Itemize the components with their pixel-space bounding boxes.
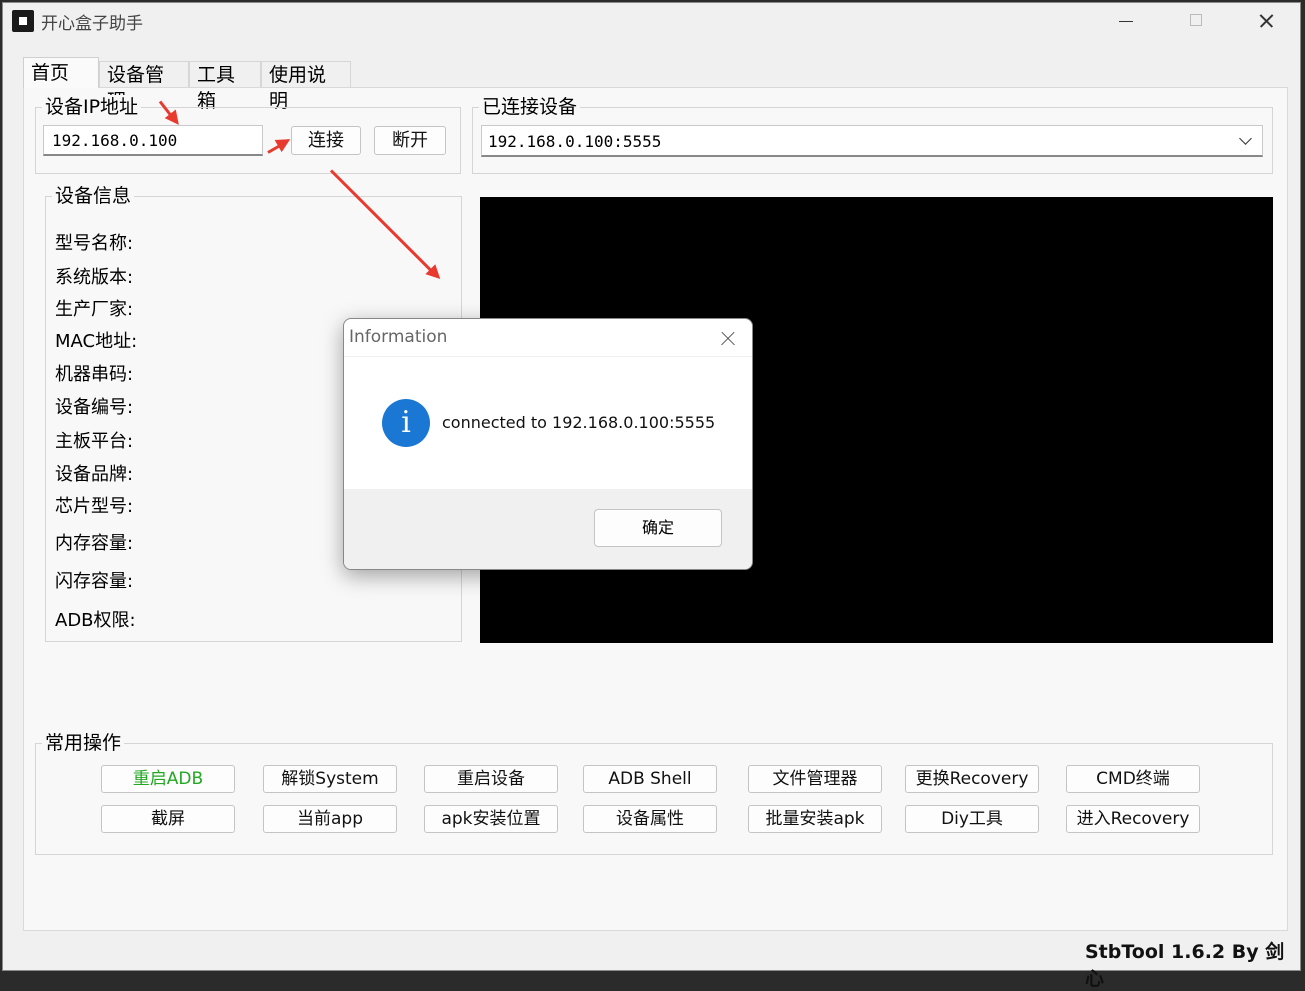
- label-model-name: 型号名称:: [55, 233, 134, 254]
- main-window: 开心盒子助手 首页 设备管理 工具箱 使用说明 设备IP地址 192.168.0…: [2, 2, 1301, 990]
- dialog-separator: [344, 356, 752, 357]
- operations-groupbox: 常用操作: [35, 731, 1273, 855]
- tab-toolbox[interactable]: 工具箱: [189, 61, 261, 112]
- minimize-button[interactable]: [1091, 3, 1161, 39]
- device-info-title: 设备信息: [52, 184, 135, 208]
- disconnect-button[interactable]: 断开: [374, 126, 446, 155]
- tab-device-management[interactable]: 设备管理: [99, 61, 189, 112]
- dialog-title: Information: [349, 327, 448, 347]
- dialog-message: connected to 192.168.0.100:5555: [442, 413, 716, 432]
- unlock-system-button[interactable]: 解锁System: [263, 765, 397, 793]
- dialog-ok-button[interactable]: 确定: [594, 509, 722, 547]
- screenshot-button[interactable]: 截屏: [101, 805, 235, 833]
- connected-device-value: 192.168.0.100:5555: [488, 132, 662, 151]
- close-button[interactable]: [1231, 3, 1301, 39]
- connect-button[interactable]: 连接: [291, 126, 361, 155]
- version-credit: StbTool 1.6.2 By 剑心: [1085, 941, 1285, 990]
- tab-instructions[interactable]: 使用说明: [261, 61, 351, 112]
- label-serial: 机器串码:: [55, 364, 134, 385]
- replace-recovery-button[interactable]: 更换Recovery: [905, 765, 1039, 793]
- label-device-number: 设备编号:: [55, 397, 134, 418]
- label-device-brand: 设备品牌:: [55, 464, 134, 485]
- maximize-button[interactable]: [1161, 3, 1231, 39]
- connected-group-title: 已连接设备: [479, 95, 581, 119]
- ip-group-title: 设备IP地址: [42, 95, 142, 119]
- batch-install-apk-button[interactable]: 批量安装apk: [748, 805, 882, 833]
- dialog-close-icon[interactable]: [714, 325, 742, 353]
- app-icon: [12, 10, 34, 32]
- restart-adb-button[interactable]: 重启ADB: [101, 765, 235, 793]
- device-properties-button[interactable]: 设备属性: [583, 805, 717, 833]
- diy-tools-button[interactable]: Diy工具: [905, 805, 1039, 833]
- label-mac-address: MAC地址:: [55, 331, 138, 352]
- enter-recovery-button[interactable]: 进入Recovery: [1066, 805, 1200, 833]
- chevron-down-icon: [1239, 132, 1252, 145]
- window-title: 开心盒子助手: [41, 14, 143, 34]
- label-system-version: 系统版本:: [55, 267, 134, 288]
- label-manufacturer: 生产厂家:: [55, 299, 134, 320]
- operations-title: 常用操作: [42, 731, 125, 755]
- ip-address-input[interactable]: 192.168.0.100: [43, 125, 263, 156]
- dialog-footer: 确定: [344, 489, 752, 569]
- file-manager-button[interactable]: 文件管理器: [748, 765, 882, 793]
- adb-shell-button[interactable]: ADB Shell: [583, 765, 717, 793]
- tab-home[interactable]: 首页: [23, 57, 99, 88]
- label-flash: 闪存容量:: [55, 571, 134, 592]
- info-icon: i: [382, 399, 430, 447]
- reboot-device-button[interactable]: 重启设备: [424, 765, 558, 793]
- label-board-platform: 主板平台:: [55, 431, 134, 452]
- connected-device-select[interactable]: 192.168.0.100:5555: [481, 125, 1263, 157]
- label-memory: 内存容量:: [55, 533, 134, 554]
- current-app-button[interactable]: 当前app: [263, 805, 397, 833]
- apk-install-location-button[interactable]: apk安装位置: [424, 805, 558, 833]
- title-bar: 开心盒子助手: [3, 3, 1300, 39]
- information-dialog: Information i connected to 192.168.0.100…: [343, 318, 753, 570]
- label-chip-model: 芯片型号:: [55, 496, 134, 517]
- label-adb-permission: ADB权限:: [55, 610, 136, 631]
- cmd-terminal-button[interactable]: CMD终端: [1066, 765, 1200, 793]
